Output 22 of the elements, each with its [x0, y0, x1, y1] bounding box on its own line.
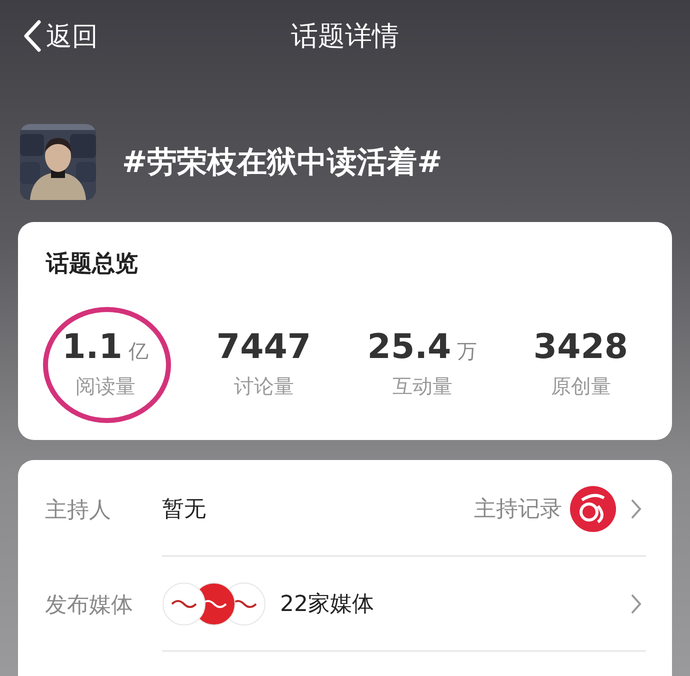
stat-label: 原创量	[550, 373, 611, 400]
media-logo-icon	[162, 582, 206, 626]
stat-value: 25.4 万	[367, 327, 478, 367]
stat-value: 3428	[533, 327, 628, 367]
overview-title: 话题总览	[46, 250, 139, 279]
row-label: 主持人	[44, 496, 112, 524]
stat-label: 互动量	[392, 373, 452, 400]
stat-value: 7447	[216, 327, 312, 367]
back-icon	[22, 19, 42, 53]
row-value: 22家媒体	[280, 590, 374, 618]
chevron-right-icon[interactable]	[630, 498, 642, 520]
row-value: 暂无	[162, 496, 206, 524]
stat-label: 阅读量	[75, 373, 136, 400]
stat-value: 1.1 亿	[62, 327, 148, 367]
badge-icon	[570, 486, 616, 532]
row-label: 发布媒体	[44, 592, 134, 620]
stat-label: 讨论量	[234, 373, 294, 400]
topic-title: #劳荣枝在狱中读活着#	[122, 144, 442, 182]
chevron-right-icon[interactable]	[630, 592, 642, 614]
host-record-link[interactable]: 主持记录	[474, 494, 562, 524]
page-title: 话题详情	[291, 20, 399, 54]
back-button[interactable]: 返回	[22, 18, 98, 54]
